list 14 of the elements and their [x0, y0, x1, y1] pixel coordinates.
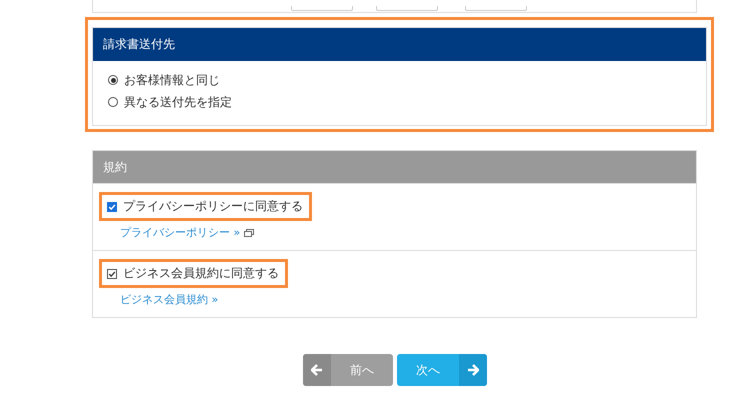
section-header: 規約 — [93, 151, 696, 183]
radio-button[interactable] — [108, 75, 118, 85]
radio-label: お客様情報と同じ — [124, 72, 220, 88]
checkbox[interactable] — [107, 202, 117, 212]
radio-button[interactable] — [108, 97, 118, 107]
arrow-right-icon — [467, 364, 479, 376]
arrow-left-icon — [311, 364, 323, 376]
radio-label: 異なる送付先を指定 — [124, 94, 232, 110]
checkbox-label: ビジネス会員規約に同意する — [123, 265, 279, 282]
checkbox-label: プライバシーポリシーに同意する — [123, 198, 303, 215]
section-header: 請求書送付先 — [93, 28, 706, 61]
terms-link[interactable]: プライバシーポリシー » — [120, 225, 240, 240]
next-button[interactable]: 次へ — [397, 354, 487, 386]
prev-button[interactable]: 前へ — [303, 354, 393, 386]
